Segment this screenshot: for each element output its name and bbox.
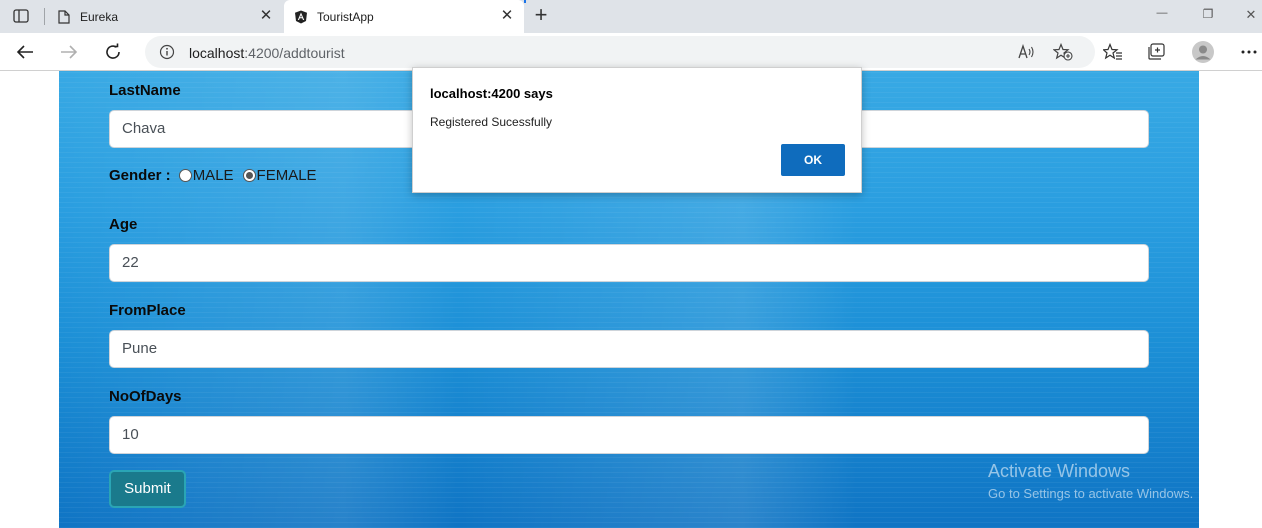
alert-title: localhost:4200 says xyxy=(430,86,553,101)
url-field[interactable]: localhost:4200/addtourist xyxy=(145,36,1095,68)
more-menu-icon[interactable] xyxy=(1235,38,1262,66)
close-window-button[interactable]: ✕ xyxy=(1240,7,1262,23)
restore-button[interactable]: ❐ xyxy=(1196,7,1220,21)
favorites-icon[interactable] xyxy=(1099,38,1127,66)
close-tab-icon[interactable]: ✕ xyxy=(500,8,514,23)
tab-title: Eureka xyxy=(80,9,119,24)
tab-eureka[interactable]: Eureka ✕ xyxy=(45,0,283,33)
lastname-label: LastName xyxy=(109,82,181,99)
alert-dialog: localhost:4200 says Registered Sucessful… xyxy=(412,67,862,193)
watermark-subtitle: Go to Settings to activate Windows. xyxy=(988,486,1194,501)
tab-actions-icon[interactable] xyxy=(13,9,29,23)
collections-icon[interactable] xyxy=(1143,38,1171,66)
age-label: Age xyxy=(109,216,138,233)
gender-group: Gender : MALE FEMALE xyxy=(109,167,326,184)
tab-touristapp[interactable]: TouristApp ✕ xyxy=(284,0,526,33)
tab-bar: Eureka ✕ TouristApp ✕ + — ❐ ✕ xyxy=(0,0,1262,33)
male-option-label[interactable]: MALE xyxy=(193,167,234,184)
watermark-title: Activate Windows xyxy=(988,461,1131,481)
activate-windows-watermark: Activate Windows Go to Settings to activ… xyxy=(988,461,1193,501)
back-button[interactable] xyxy=(11,38,39,66)
close-tab-icon[interactable]: ✕ xyxy=(259,8,273,23)
url-host: localhost xyxy=(189,45,245,61)
fromplace-input[interactable]: Pune xyxy=(109,330,1149,368)
forward-button[interactable] xyxy=(55,38,83,66)
minimize-button[interactable]: — xyxy=(1150,7,1174,19)
alert-message: Registered Sucessfully xyxy=(430,115,553,129)
age-input[interactable]: 22 xyxy=(109,244,1149,282)
read-aloud-icon[interactable] xyxy=(1018,43,1036,65)
refresh-button[interactable] xyxy=(99,38,127,66)
noofdays-label: NoOfDays xyxy=(109,388,182,405)
url-text: localhost:4200/addtourist xyxy=(189,45,345,61)
url-path: :4200/addtourist xyxy=(244,45,345,61)
female-radio[interactable] xyxy=(242,169,256,182)
info-icon[interactable] xyxy=(159,44,175,65)
noofdays-input[interactable]: 10 xyxy=(109,416,1149,454)
address-bar: localhost:4200/addtourist xyxy=(0,33,1262,71)
page-icon xyxy=(57,9,71,24)
ok-button[interactable]: OK xyxy=(781,144,845,176)
male-radio[interactable] xyxy=(178,169,192,182)
gender-label: Gender : xyxy=(109,167,171,184)
add-favorite-icon[interactable] xyxy=(1052,42,1073,66)
fromplace-label: FromPlace xyxy=(109,302,186,319)
profile-avatar[interactable] xyxy=(1189,38,1217,66)
female-option-label[interactable]: FEMALE xyxy=(257,167,317,184)
angular-icon xyxy=(294,10,308,24)
submit-button[interactable]: Submit xyxy=(109,470,186,508)
new-tab-button[interactable]: + xyxy=(530,3,552,27)
tab-title: TouristApp xyxy=(317,9,374,24)
